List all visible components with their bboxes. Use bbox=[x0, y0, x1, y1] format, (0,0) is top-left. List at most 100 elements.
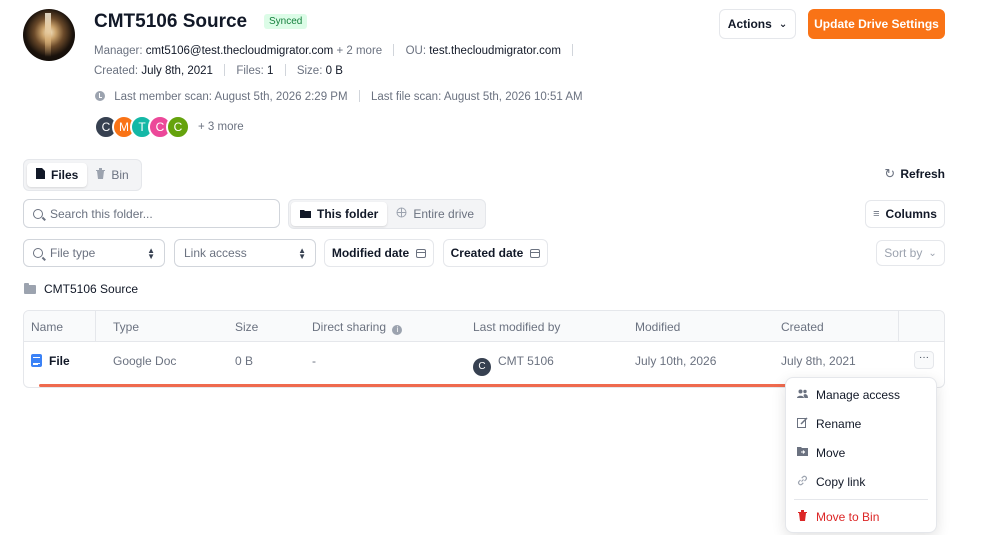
columns-label: Columns bbox=[885, 207, 937, 221]
menu-divider bbox=[794, 499, 928, 500]
view-tabs: Files Bin bbox=[23, 159, 142, 191]
divider bbox=[284, 64, 286, 76]
drive-avatar bbox=[23, 9, 75, 61]
file-name: File bbox=[49, 354, 70, 368]
refresh-icon: ↻ bbox=[884, 166, 896, 181]
ou-value: test.thecloudmigrator.com bbox=[429, 45, 561, 57]
calendar-icon bbox=[530, 248, 541, 258]
divider bbox=[393, 44, 395, 56]
scope-toggle: This folder Entire drive bbox=[288, 199, 487, 229]
file-name-cell[interactable]: File bbox=[31, 354, 70, 368]
breadcrumb-item[interactable]: CMT5106 Source bbox=[44, 282, 138, 296]
column-header-created[interactable]: Created bbox=[781, 320, 824, 334]
files-value: 1 bbox=[267, 65, 274, 77]
search-input[interactable]: Search this folder... bbox=[23, 199, 280, 228]
breadcrumb: CMT5106 Source bbox=[24, 282, 138, 296]
users-icon bbox=[797, 389, 808, 401]
sliders-icon: ≡ bbox=[873, 208, 880, 220]
sort-by-select[interactable]: Sort by ⌄ bbox=[876, 240, 945, 266]
menu-item-rename[interactable]: Rename bbox=[797, 417, 861, 431]
actions-button[interactable]: Actions ⌄ bbox=[719, 9, 796, 39]
this-folder-toggle[interactable]: This folder bbox=[291, 202, 388, 226]
updown-icon: ▲ ▼ bbox=[298, 246, 306, 261]
file-type-cell: Google Doc bbox=[113, 354, 177, 368]
column-header-type[interactable]: Type bbox=[113, 320, 139, 334]
file-icon bbox=[36, 168, 45, 182]
columns-button[interactable]: ≡ Columns bbox=[865, 200, 945, 228]
edit-icon bbox=[797, 417, 808, 431]
created-cell: July 8th, 2021 bbox=[781, 354, 856, 368]
direct-sharing-label: Direct sharing bbox=[312, 320, 387, 334]
manager-value: cmt5106@test.thecloudmigrator.com bbox=[145, 45, 334, 57]
refresh-label: Refresh bbox=[900, 167, 945, 181]
sort-by-label: Sort by bbox=[884, 246, 923, 260]
status-badge: Synced bbox=[264, 14, 308, 29]
folder-move-icon bbox=[797, 447, 808, 459]
this-folder-label: This folder bbox=[317, 207, 379, 221]
avatar[interactable]: C bbox=[166, 115, 190, 139]
menu-item-label: Move bbox=[816, 446, 846, 460]
row-highlight-bar bbox=[39, 384, 819, 387]
last-modified-by-cell: C CMT 5106 bbox=[473, 354, 554, 376]
file-type-select[interactable]: File type ▲ ▼ bbox=[23, 239, 165, 267]
refresh-button[interactable]: ↻ Refresh bbox=[872, 162, 945, 186]
link-access-placeholder: Link access bbox=[184, 246, 247, 260]
last-file-scan: Last file scan: August 5th, 2026 10:51 A… bbox=[370, 91, 583, 103]
tab-files-label: Files bbox=[51, 168, 79, 182]
more-horizontal-icon: ··· bbox=[919, 352, 929, 363]
tab-bin[interactable]: Bin bbox=[87, 163, 137, 187]
menu-item-move-to-bin[interactable]: Move to Bin bbox=[797, 510, 879, 524]
modified-cell: July 10th, 2026 bbox=[635, 354, 717, 368]
scan-line: Last member scan: August 5th, 2026 2:29 … bbox=[95, 90, 583, 103]
modified-date-label: Modified date bbox=[331, 246, 410, 260]
manager-more-link[interactable]: + 2 more bbox=[336, 45, 382, 57]
chevron-down-icon: ⌄ bbox=[928, 247, 937, 259]
column-header-modified[interactable]: Modified bbox=[635, 320, 680, 334]
menu-item-copy-link[interactable]: Copy link bbox=[797, 475, 865, 489]
entire-drive-label: Entire drive bbox=[413, 207, 475, 221]
clock-icon bbox=[95, 91, 105, 101]
tab-bin-label: Bin bbox=[111, 168, 129, 182]
calendar-icon bbox=[416, 248, 427, 258]
column-divider bbox=[95, 311, 96, 342]
created-date-filter[interactable]: Created date bbox=[443, 239, 548, 267]
tab-files[interactable]: Files bbox=[27, 163, 88, 187]
member-avatars[interactable]: C M T C C + 3 more bbox=[94, 115, 244, 139]
row-context-menu: Manage access Rename Move Copy link Move… bbox=[785, 377, 937, 533]
ou-label: OU: bbox=[405, 45, 427, 57]
created-date-label: Created date bbox=[450, 246, 524, 260]
column-header-last-modified-by[interactable]: Last modified by bbox=[473, 320, 560, 334]
column-header-name[interactable]: Name bbox=[31, 320, 63, 334]
entire-drive-toggle[interactable]: Entire drive bbox=[387, 202, 483, 226]
column-divider bbox=[898, 311, 899, 342]
menu-item-label: Copy link bbox=[816, 475, 866, 489]
menu-item-manage-access[interactable]: Manage access bbox=[797, 388, 900, 402]
file-type-placeholder: File type bbox=[50, 246, 96, 260]
folder-icon bbox=[300, 207, 311, 221]
created-label: Created: bbox=[94, 65, 139, 77]
avatar: C bbox=[473, 358, 491, 376]
size-label: Size: bbox=[296, 65, 323, 77]
menu-item-label: Move to Bin bbox=[816, 510, 880, 524]
divider bbox=[224, 64, 226, 76]
trash-icon bbox=[96, 168, 106, 182]
divider bbox=[572, 44, 574, 56]
chevron-down-icon: ⌄ bbox=[778, 18, 788, 30]
members-more-link[interactable]: + 3 more bbox=[198, 121, 244, 133]
column-header-direct-sharing[interactable]: Direct sharing i bbox=[312, 320, 403, 335]
row-actions-button[interactable]: ··· bbox=[914, 351, 934, 369]
menu-item-move[interactable]: Move bbox=[797, 446, 845, 460]
link-icon bbox=[797, 475, 808, 489]
google-doc-icon bbox=[31, 354, 42, 367]
globe-icon bbox=[396, 207, 407, 221]
actions-label: Actions bbox=[727, 17, 772, 31]
column-header-size[interactable]: Size bbox=[235, 320, 258, 334]
update-drive-settings-button[interactable]: Update Drive Settings bbox=[808, 9, 945, 39]
info-icon[interactable]: i bbox=[392, 325, 403, 335]
modified-date-filter[interactable]: Modified date bbox=[324, 239, 434, 267]
link-access-select[interactable]: Link access ▲ ▼ bbox=[174, 239, 316, 267]
updown-icon: ▲ ▼ bbox=[147, 246, 155, 261]
menu-item-label: Manage access bbox=[816, 388, 901, 402]
trash-icon bbox=[797, 510, 808, 524]
manager-line: Manager: cmt5106@test.thecloudmigrator.c… bbox=[94, 44, 581, 57]
